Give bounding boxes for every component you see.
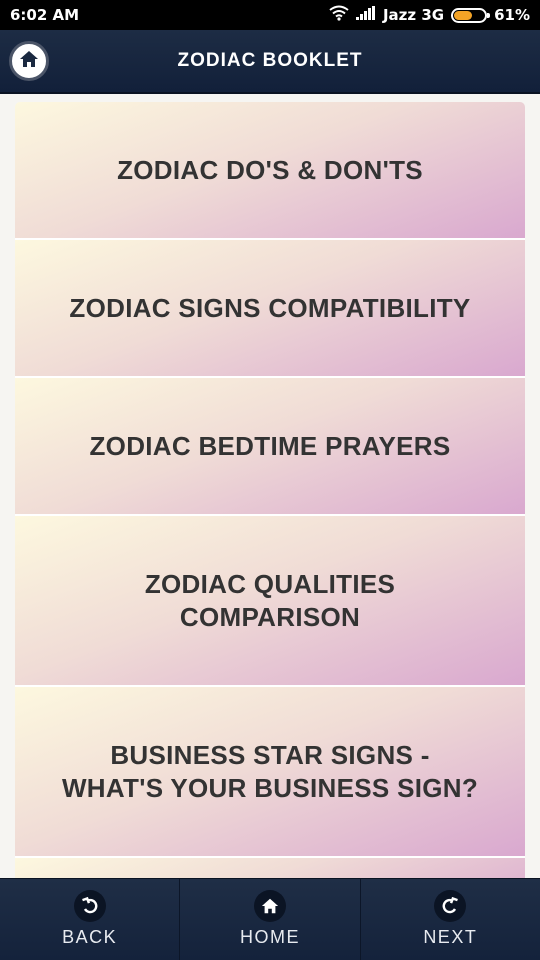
menu-item-signs-compatibility[interactable]: ZODIAC SIGNS COMPATIBILITY: [15, 240, 525, 378]
menu-item-label: ZODIAC DO'S & DON'TS: [117, 154, 423, 187]
next-label: NEXT: [423, 927, 478, 947]
back-button[interactable]: BACK: [0, 879, 181, 960]
menu-item-label-line: COMPARISON: [179, 601, 361, 632]
next-icon: [434, 890, 467, 922]
menu-item-label-line: ZODIAC BEDTIME PRAYERS: [89, 430, 451, 461]
menu-item-label-line: ZODIAC QUALITIES: [144, 568, 396, 599]
menu-item-partial[interactable]: [15, 858, 525, 878]
next-button[interactable]: NEXT: [361, 879, 540, 960]
bottom-nav: BACK HOME NEXT: [0, 878, 540, 960]
menu-item-label-line: BUSINESS STAR SIGNS -: [110, 739, 430, 770]
menu-list: ZODIAC DO'S & DON'TS ZODIAC SIGNS COMPAT…: [15, 102, 525, 878]
carrier-label: Jazz 3G: [382, 6, 445, 24]
back-label: BACK: [62, 927, 118, 947]
menu-item-label: ZODIAC QUALITIES COMPARISON: [145, 568, 395, 634]
back-icon: [73, 890, 106, 922]
battery-percent: 61%: [494, 6, 530, 24]
status-icons: Jazz 3G 61%: [329, 5, 530, 25]
menu-item-label: BUSINESS STAR SIGNS - WHAT'S YOUR BUSINE…: [62, 739, 478, 805]
home-icon: [253, 890, 286, 922]
menu-item-dos-donts[interactable]: ZODIAC DO'S & DON'TS: [15, 102, 525, 240]
menu-content: ZODIAC DO'S & DON'TS ZODIAC SIGNS COMPAT…: [0, 96, 540, 878]
home-button[interactable]: HOME: [180, 879, 361, 960]
menu-item-qualities-comparison[interactable]: ZODIAC QUALITIES COMPARISON: [15, 516, 525, 687]
app-header: ZODIAC BOOKLET: [0, 30, 540, 94]
wifi-icon: [329, 5, 349, 25]
home-label: HOME: [239, 927, 300, 947]
menu-item-label: ZODIAC SIGNS COMPATIBILITY: [69, 292, 470, 325]
menu-item-label-line: WHAT'S YOUR BUSINESS SIGN?: [61, 772, 479, 803]
status-time: 6:02 AM: [10, 6, 80, 24]
menu-item-bedtime-prayers[interactable]: ZODIAC BEDTIME PRAYERS: [15, 378, 525, 516]
status-bar: 6:02 AM Jazz 3G 61%: [0, 0, 540, 30]
page-title: ZODIAC BOOKLET: [177, 50, 363, 71]
menu-item-label: ZODIAC BEDTIME PRAYERS: [89, 430, 450, 463]
battery-fill: [454, 10, 473, 20]
menu-item-label-line: ZODIAC DO'S & DON'TS: [117, 154, 423, 185]
menu-item-label-line: ZODIAC SIGNS COMPATIBILITY: [69, 292, 471, 323]
signal-icon: [355, 6, 376, 24]
menu-item-business-star-signs[interactable]: BUSINESS STAR SIGNS - WHAT'S YOUR BUSINE…: [15, 687, 525, 858]
battery-icon: [451, 7, 491, 23]
